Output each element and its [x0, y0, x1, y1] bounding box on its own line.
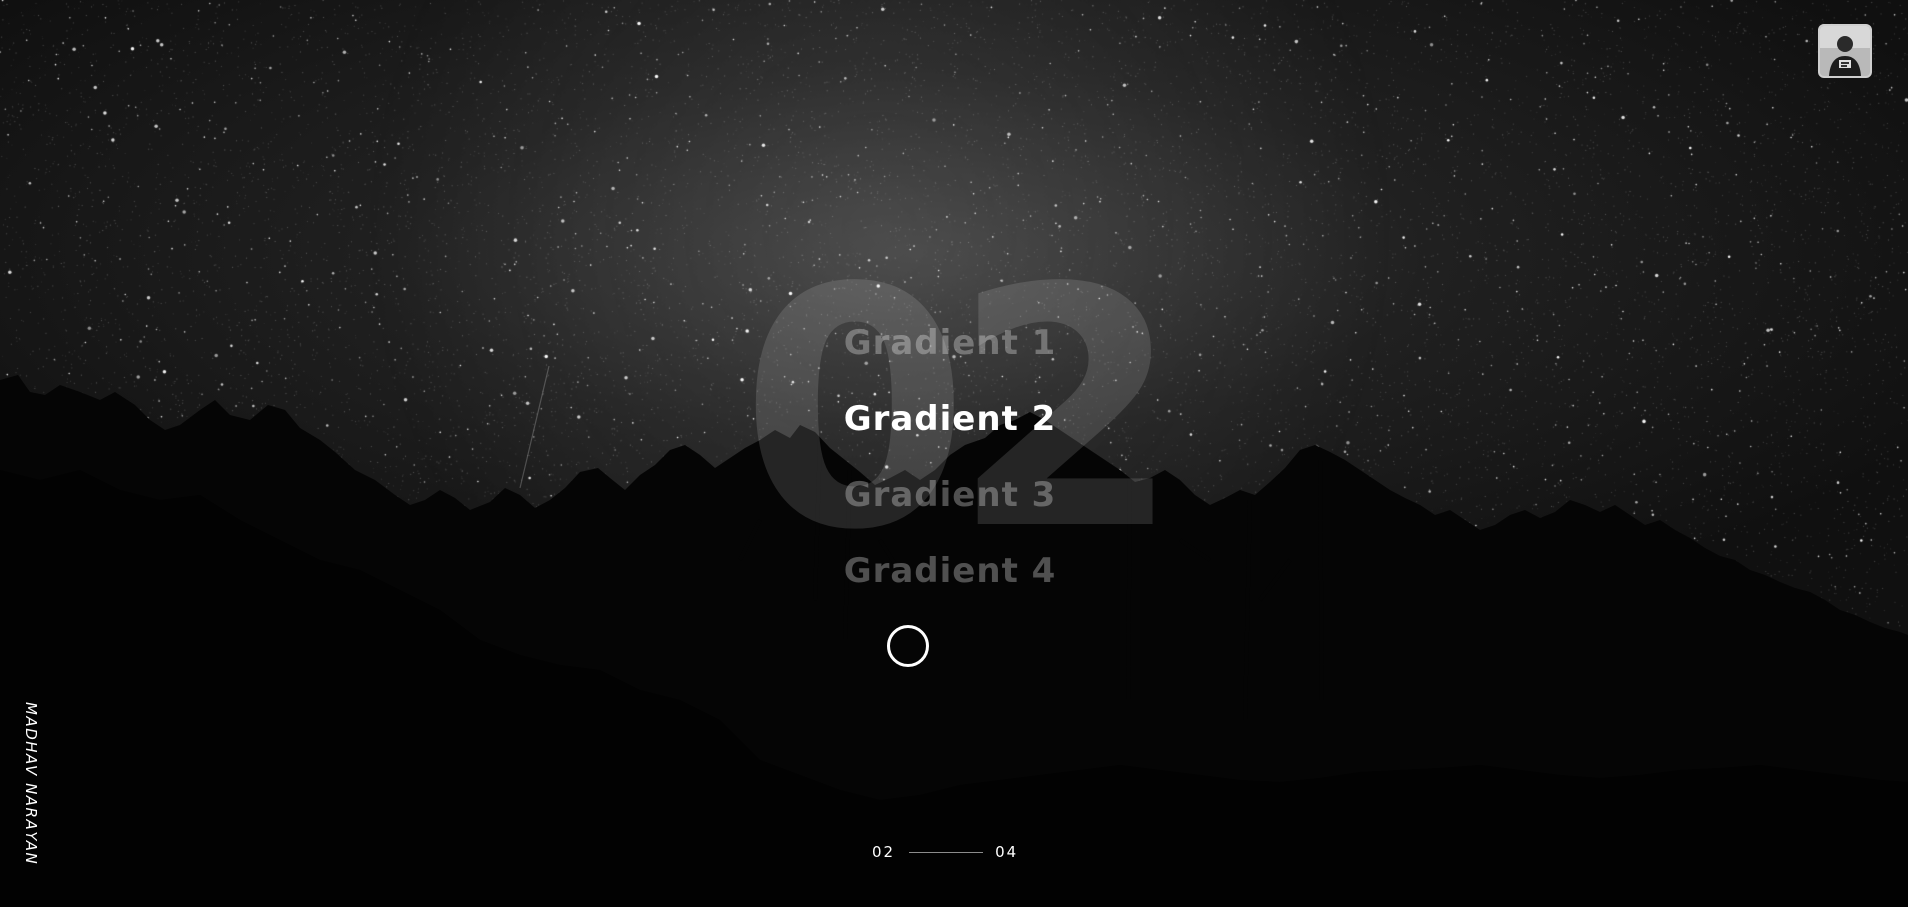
profile-photo-icon — [1820, 26, 1870, 76]
cursor-ring-icon — [887, 625, 929, 667]
slide-menu: Gradient 1 Gradient 2 Gradient 3 Gradien… — [740, 305, 1160, 609]
menu-item-gradient-4[interactable]: Gradient 4 — [740, 533, 1160, 609]
pager-total: 04 — [995, 843, 1019, 861]
slide-pager: 02 04 — [872, 842, 1018, 862]
menu-item-gradient-1[interactable]: Gradient 1 — [740, 305, 1160, 381]
profile-avatar-button[interactable] — [1818, 24, 1872, 78]
pager-divider — [909, 851, 984, 853]
hero-stage: 02 Gradient 1 Gradient 2 Gradient 3 Grad… — [0, 0, 1908, 907]
menu-item-gradient-3[interactable]: Gradient 3 — [740, 457, 1160, 533]
pager-current: 02 — [872, 843, 896, 861]
author-name: MADHAV NARAYAN — [22, 702, 40, 866]
meteor-streak — [519, 365, 550, 489]
menu-item-gradient-2[interactable]: Gradient 2 — [740, 381, 1160, 457]
